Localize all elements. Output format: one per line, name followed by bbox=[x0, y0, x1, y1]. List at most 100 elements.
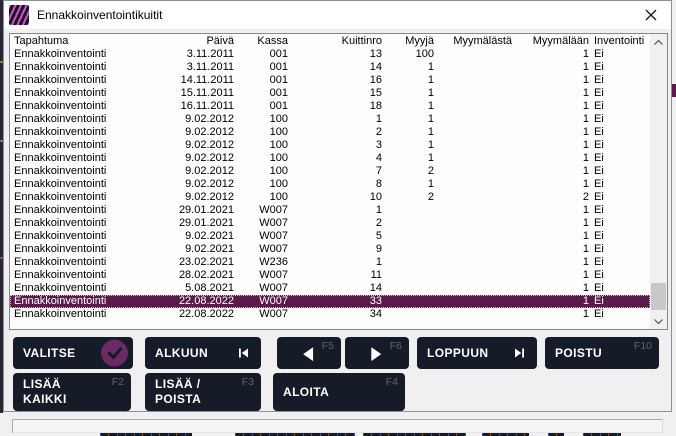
table-row[interactable]: Ennakkoinventointi5.08.2021W007141Ei bbox=[10, 282, 650, 295]
table-row[interactable]: Ennakkoinventointi9.02.2021W00791Ei bbox=[10, 243, 650, 256]
table-cell bbox=[382, 308, 434, 321]
table-row[interactable]: Ennakkoinventointi22.08.2022W007341Ei bbox=[10, 308, 650, 321]
table-cell: 22.08.2022 bbox=[152, 308, 234, 321]
table-cell: 9.02.2012 bbox=[152, 152, 234, 165]
table-cell bbox=[434, 217, 512, 230]
table-cell: Ei bbox=[589, 191, 650, 204]
previous-button[interactable]: F5 bbox=[277, 337, 341, 369]
column-header-3[interactable]: Kuittinro bbox=[288, 34, 382, 48]
table-cell: 1 bbox=[382, 126, 434, 139]
column-header-6[interactable]: Myymälään bbox=[512, 34, 589, 48]
table-row[interactable]: Ennakkoinventointi3.11.20110011411Ei bbox=[10, 61, 650, 74]
poistu-button-label: POISTU bbox=[555, 346, 602, 360]
table-cell bbox=[434, 178, 512, 191]
table-cell: 3 bbox=[288, 139, 382, 152]
table-cell: 3.11.2011 bbox=[152, 48, 234, 61]
skip-to-end-icon bbox=[515, 349, 524, 358]
table-cell: Ennakkoinventointi bbox=[10, 126, 152, 139]
table-cell: Ei bbox=[589, 256, 650, 269]
table-cell: 9.02.2012 bbox=[152, 139, 234, 152]
table-row[interactable]: Ennakkoinventointi3.11.2011001131001Ei bbox=[10, 48, 650, 61]
table-cell: 1 bbox=[382, 87, 434, 100]
table-cell: 16 bbox=[288, 74, 382, 87]
column-header-0[interactable]: Tapahtuma bbox=[10, 34, 152, 48]
column-header-1[interactable]: Päivä bbox=[152, 34, 234, 48]
table-row[interactable]: Ennakkoinventointi9.02.2021W00751Ei bbox=[10, 230, 650, 243]
column-header-2[interactable]: Kassa bbox=[234, 34, 288, 48]
table-cell: 001 bbox=[234, 61, 288, 74]
table-row[interactable]: Ennakkoinventointi9.02.2012100811Ei bbox=[10, 178, 650, 191]
table-row[interactable]: Ennakkoinventointi9.02.2012100111Ei bbox=[10, 113, 650, 126]
table-cell: Ennakkoinventointi bbox=[10, 113, 152, 126]
table-row[interactable]: Ennakkoinventointi14.11.20110011611Ei bbox=[10, 74, 650, 87]
table-cell: 9 bbox=[288, 243, 382, 256]
table-cell: 3.11.2011 bbox=[152, 61, 234, 74]
close-button[interactable] bbox=[631, 1, 671, 28]
scroll-down-button[interactable] bbox=[650, 313, 667, 329]
table-row[interactable]: Ennakkoinventointi15.11.20110011511Ei bbox=[10, 87, 650, 100]
table-row[interactable]: Ennakkoinventointi9.02.2012100411Ei bbox=[10, 152, 650, 165]
app-icon bbox=[9, 5, 29, 25]
table-cell bbox=[434, 152, 512, 165]
table-cell: 1 bbox=[382, 139, 434, 152]
table-cell: 2 bbox=[382, 165, 434, 178]
table-body: Ennakkoinventointi3.11.2011001131001EiEn… bbox=[10, 48, 650, 321]
column-header-4[interactable]: Myyjä bbox=[382, 34, 434, 48]
table-cell: W007 bbox=[234, 204, 288, 217]
background-window-field bbox=[12, 419, 663, 433]
next-button[interactable]: F6 bbox=[345, 337, 409, 369]
table-row[interactable]: Ennakkoinventointi29.01.2021W00711Ei bbox=[10, 204, 650, 217]
table-cell: Ennakkoinventointi bbox=[10, 295, 152, 308]
table-row[interactable]: Ennakkoinventointi28.02.2021W007111Ei bbox=[10, 269, 650, 282]
lisaa-kaikki-button[interactable]: LISÄÄ KAIKKI F2 bbox=[13, 373, 131, 411]
valitse-button[interactable]: VALITSE bbox=[13, 337, 133, 369]
poistu-button[interactable]: POISTU F10 bbox=[545, 337, 659, 369]
table-row[interactable]: Ennakkoinventointi9.02.2012100311Ei bbox=[10, 139, 650, 152]
table-cell: 1 bbox=[382, 113, 434, 126]
table-cell: 28.02.2021 bbox=[152, 269, 234, 282]
table-cell: 10 bbox=[288, 191, 382, 204]
table-row[interactable]: Ennakkoinventointi9.02.2012100211Ei bbox=[10, 126, 650, 139]
scroll-up-button[interactable] bbox=[650, 34, 667, 50]
table-cell bbox=[382, 217, 434, 230]
table-cell: 1 bbox=[512, 308, 589, 321]
table-row[interactable]: Ennakkoinventointi23.02.2021W23611Ei bbox=[10, 256, 650, 269]
table-row[interactable]: Ennakkoinventointi29.01.2021W00721Ei bbox=[10, 217, 650, 230]
table-cell: 9.02.2021 bbox=[152, 243, 234, 256]
table-cell: 5 bbox=[288, 230, 382, 243]
table-cell bbox=[434, 74, 512, 87]
table-header: TapahtumaPäiväKassaKuittinroMyyjäMyymälä… bbox=[10, 34, 650, 48]
table-cell bbox=[434, 308, 512, 321]
lisaa-poista-button[interactable]: LISÄÄ / POISTA F3 bbox=[145, 373, 261, 411]
lisaa-kaikki-button-label: LISÄÄ KAIKKI bbox=[23, 377, 103, 407]
table-cell: Ei bbox=[589, 100, 650, 113]
table-cell: Ennakkoinventointi bbox=[10, 308, 152, 321]
table-cell bbox=[434, 256, 512, 269]
chevron-up-icon bbox=[654, 40, 663, 45]
table-cell bbox=[434, 113, 512, 126]
scrollbar-thumb[interactable] bbox=[651, 283, 666, 310]
table-cell: Ennakkoinventointi bbox=[10, 204, 152, 217]
table-cell: Ennakkoinventointi bbox=[10, 165, 152, 178]
table-cell bbox=[434, 87, 512, 100]
aloita-button[interactable]: ALOITA F4 bbox=[273, 373, 405, 411]
table-cell: 15 bbox=[288, 87, 382, 100]
fkey-label: F5 bbox=[322, 340, 334, 352]
table-row[interactable]: Ennakkoinventointi9.02.2012100721Ei bbox=[10, 165, 650, 178]
vertical-scrollbar[interactable] bbox=[650, 34, 667, 329]
table-cell: Ennakkoinventointi bbox=[10, 282, 152, 295]
column-header-5[interactable]: Myymälästä bbox=[434, 34, 512, 48]
table-cell: 1 bbox=[512, 295, 589, 308]
table-cell: 1 bbox=[288, 204, 382, 217]
table-row[interactable]: Ennakkoinventointi9.02.20121001022Ei bbox=[10, 191, 650, 204]
alkuun-button[interactable]: ALKUUN bbox=[145, 337, 261, 369]
table-cell: W236 bbox=[234, 256, 288, 269]
table-row[interactable]: Ennakkoinventointi22.08.2022W007331Ei bbox=[10, 295, 650, 308]
table-cell: Ennakkoinventointi bbox=[10, 61, 152, 74]
table-row[interactable]: Ennakkoinventointi16.11.20110011811Ei bbox=[10, 100, 650, 113]
table-cell bbox=[434, 126, 512, 139]
loppuun-button[interactable]: LOPPUUN bbox=[417, 337, 537, 369]
table-cell: 1 bbox=[512, 178, 589, 191]
column-header-7[interactable]: Inventointi bbox=[589, 34, 650, 48]
table-cell: Ennakkoinventointi bbox=[10, 139, 152, 152]
